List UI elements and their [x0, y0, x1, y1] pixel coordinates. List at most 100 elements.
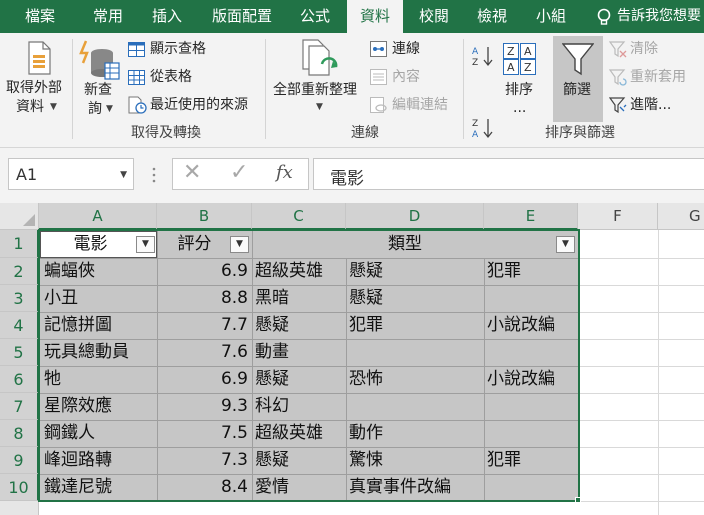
cell-c2[interactable]: 超級英雄 — [255, 258, 323, 284]
cell-b4[interactable]: 7.7 — [157, 312, 248, 338]
tab-data[interactable]: 資料 — [347, 0, 403, 33]
gridline — [580, 285, 704, 286]
row-header-11[interactable] — [0, 501, 39, 515]
cell-e6[interactable]: 小說改編 — [487, 366, 555, 392]
refresh-all-label: 全部重新整理 — [273, 82, 357, 98]
cell-a8[interactable]: 鋼鐵人 — [44, 420, 95, 446]
filter-dropdown-icon[interactable]: ▼ — [230, 236, 249, 253]
column-header-e[interactable]: E — [484, 203, 578, 230]
sort-za-icon: Z A — [472, 119, 493, 139]
row-header-8[interactable]: 8 — [0, 420, 39, 447]
cell-c7[interactable]: 科幻 — [255, 393, 289, 419]
tab-formulas[interactable]: 公式 — [288, 0, 342, 33]
cell-a4[interactable]: 記憶拼圖 — [44, 312, 112, 338]
column-header-g[interactable]: G — [658, 203, 704, 230]
filter-dropdown-icon[interactable]: ▼ — [136, 236, 155, 253]
cell-a6[interactable]: 牠 — [44, 366, 61, 392]
cell-b5[interactable]: 7.6 — [157, 339, 248, 365]
reapply-label: 重新套用 — [630, 69, 686, 85]
column-header-d[interactable]: D — [346, 203, 484, 230]
new-query-label-2: 詢 — [88, 101, 102, 117]
cell-d3[interactable]: 懸疑 — [349, 285, 383, 311]
row-header-10[interactable]: 10 — [0, 474, 39, 501]
tab-page-layout[interactable]: 版面配置 — [204, 0, 280, 33]
cell-d10[interactable]: 真實事件改編 — [349, 474, 451, 500]
cell-b7[interactable]: 9.3 — [157, 393, 248, 419]
tab-insert[interactable]: 插入 — [140, 0, 194, 33]
name-box[interactable]: A1 ▼ — [8, 158, 134, 190]
row-header-5[interactable]: 5 — [0, 339, 39, 366]
tab-team[interactable]: 小組 — [524, 0, 578, 33]
cell-b2[interactable]: 6.9 — [157, 258, 248, 284]
cancel-icon[interactable]: ✕ — [183, 160, 201, 185]
row-header-7[interactable]: 7 — [0, 393, 39, 420]
row-header-2[interactable]: 2 — [0, 258, 39, 285]
cell-c5[interactable]: 動畫 — [255, 339, 289, 365]
column-header-a[interactable]: A — [39, 203, 157, 230]
cell-e9[interactable]: 犯罪 — [487, 447, 521, 473]
cell-b8[interactable]: 7.5 — [157, 420, 248, 446]
sort-dots: ... — [513, 100, 527, 116]
select-all-button[interactable] — [0, 203, 39, 230]
tab-review[interactable]: 校閱 — [407, 0, 461, 33]
properties-label: 內容 — [392, 69, 420, 85]
group-label-sort-filter: 排序與篩選 — [545, 125, 615, 141]
group-label-get-transform: 取得及轉換 — [131, 125, 201, 141]
formula-bar-resize-handle[interactable] — [150, 165, 158, 185]
filter-dropdown-icon[interactable]: ▼ — [556, 236, 575, 253]
row-header-9[interactable]: 9 — [0, 447, 39, 474]
get-external-data-label-1: 取得外部 — [6, 80, 62, 96]
tab-file[interactable]: 檔案 — [13, 0, 67, 33]
cell-d9[interactable]: 驚悚 — [349, 447, 383, 473]
cell-c10[interactable]: 愛情 — [255, 474, 289, 500]
tab-home[interactable]: 常用 — [80, 0, 136, 33]
row-header-3[interactable]: 3 — [0, 285, 39, 312]
group-label-connections: 連線 — [351, 125, 379, 141]
cell-a2[interactable]: 蝙蝠俠 — [44, 258, 95, 284]
cell-b6[interactable]: 6.9 — [157, 366, 248, 392]
cell-d2[interactable]: 懸疑 — [349, 258, 383, 284]
column-header-f[interactable]: F — [578, 203, 658, 230]
external-data-icon — [28, 41, 51, 75]
cell-c6[interactable]: 懸疑 — [255, 366, 289, 392]
gridline — [580, 474, 704, 475]
tell-me-search[interactable]: 告訴我您想要 — [617, 0, 701, 33]
advanced-filter-icon — [609, 97, 627, 114]
cell-a10[interactable]: 鐵達尼號 — [44, 474, 112, 500]
row-header-6[interactable]: 6 — [0, 366, 39, 393]
cell-c3[interactable]: 黑暗 — [255, 285, 289, 311]
edit-links-label: 編輯連結 — [392, 97, 448, 113]
chevron-down-icon: ▼ — [50, 102, 57, 112]
tab-view[interactable]: 檢視 — [465, 0, 519, 33]
cell-c9[interactable]: 懸疑 — [255, 447, 289, 473]
chevron-down-icon[interactable]: ▼ — [120, 170, 127, 180]
cell-d4[interactable]: 犯罪 — [349, 312, 383, 338]
cell-b9[interactable]: 7.3 — [157, 447, 248, 473]
group-divider — [265, 39, 266, 139]
cell-a7[interactable]: 星際效應 — [44, 393, 112, 419]
cell-c1-merged[interactable]: 類型 — [252, 231, 578, 257]
formula-input[interactable]: 電影 — [313, 158, 704, 190]
insert-function-icon[interactable]: fx — [276, 162, 293, 183]
svg-text:A: A — [472, 130, 479, 139]
cell-a3[interactable]: 小丑 — [44, 285, 78, 311]
fill-handle[interactable] — [575, 497, 581, 503]
cell-c8[interactable]: 超級英雄 — [255, 420, 323, 446]
cell-a5[interactable]: 玩具總動員 — [44, 339, 129, 365]
cell-d6[interactable]: 恐怖 — [349, 366, 383, 392]
cell-e2[interactable]: 犯罪 — [487, 258, 521, 284]
cell-d8[interactable]: 動作 — [349, 420, 383, 446]
column-header-b[interactable]: B — [157, 203, 252, 230]
cell-b3[interactable]: 8.8 — [157, 285, 248, 311]
cell-e4[interactable]: 小說改編 — [487, 312, 555, 338]
svg-text:A: A — [507, 61, 515, 74]
enter-icon[interactable]: ✓ — [230, 160, 248, 185]
column-header-c[interactable]: C — [252, 203, 346, 230]
row-header-1[interactable]: 1 — [0, 230, 39, 258]
row-header-4[interactable]: 4 — [0, 312, 39, 339]
lightbulb-icon — [597, 8, 611, 25]
filter-button[interactable]: 篩選 — [553, 36, 603, 122]
cell-a9[interactable]: 峰迴路轉 — [44, 447, 112, 473]
cell-c4[interactable]: 懸疑 — [255, 312, 289, 338]
cell-b10[interactable]: 8.4 — [157, 474, 248, 500]
